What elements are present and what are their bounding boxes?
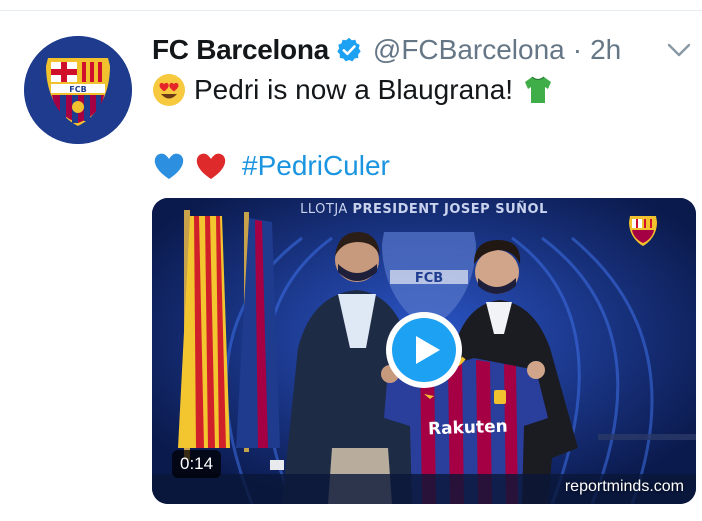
backdrop-banner-text: LLOTJA PRESIDENT JOSEP SUÑOL	[300, 202, 548, 217]
tweet-card[interactable]: FCB FC Barcelona @FCBarcelona · 2h Pedri…	[0, 0, 702, 521]
video-duration: 0:14	[172, 450, 222, 478]
verified-badge-icon	[335, 36, 363, 64]
play-button[interactable]	[386, 312, 462, 388]
user-handle[interactable]: @FCBarcelona	[373, 34, 565, 66]
red-heart-emoji	[194, 149, 228, 183]
backdrop-crest-text: FCB	[415, 271, 443, 286]
tweet-timestamp[interactable]: 2h	[590, 34, 621, 66]
divider	[0, 10, 702, 11]
tweet-text-line-2: #PedriCuler	[152, 146, 390, 186]
chevron-down-icon[interactable]	[664, 36, 694, 64]
play-icon	[416, 336, 440, 364]
hashtag-link[interactable]: #PedriCuler	[242, 150, 390, 182]
green-shirt-emoji	[521, 73, 555, 107]
avatar[interactable]: FCB	[24, 36, 132, 144]
heart-eyes-emoji	[152, 73, 186, 107]
jersey-sponsor-text: Rakuten	[427, 416, 509, 440]
video-player[interactable]: FCB LLOTJA PRESIDENT JOSEP SUÑOL Rakuten…	[152, 198, 696, 504]
blue-heart-emoji	[152, 149, 186, 183]
tweet-text-line-1: Pedri is now a Blaugrana!	[152, 70, 555, 110]
tweet-header: FC Barcelona @FCBarcelona · 2h	[152, 32, 621, 68]
fc-barcelona-crest-icon: FCB	[24, 36, 132, 144]
watermark-text: reportminds.com	[564, 478, 684, 495]
tweet-text: Pedri is now a Blaugrana!	[194, 74, 514, 105]
crest-text: FCB	[69, 85, 86, 94]
display-name[interactable]: FC Barcelona	[152, 34, 329, 66]
separator-dot: ·	[572, 34, 583, 65]
